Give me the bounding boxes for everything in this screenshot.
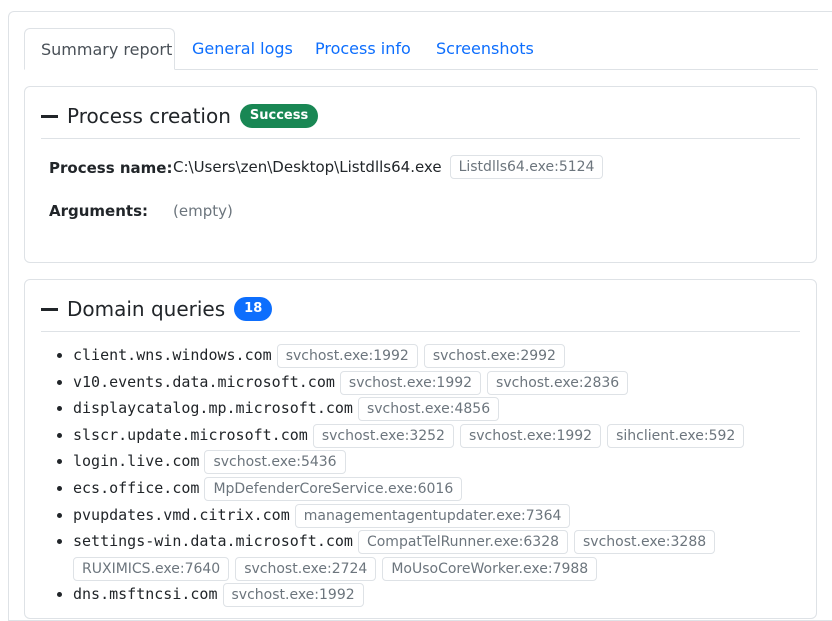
status-badge: Success <box>239 104 319 128</box>
tab-summary-report[interactable]: Summary report <box>24 28 175 70</box>
process-tag: svchost.exe:1992 <box>459 423 602 448</box>
process-tag: svchost.exe:1992 <box>276 344 418 368</box>
domain-name: client.wns.windows.com <box>73 346 272 364</box>
process-name-label: Process name: <box>49 159 173 177</box>
domain-name: pvupdates.vmd.citrix.com <box>73 505 290 524</box>
process-tag: sihclient.exe:592 <box>607 423 745 448</box>
process-tag: managementagentupdater.exe:7364 <box>294 503 571 528</box>
domain-name: settings-win.data.microsoft.com <box>73 532 353 551</box>
domain-list-item: displaycatalog.mp.microsoft.com svchost.e… <box>53 395 813 422</box>
process-tag: svchost.exe:3288 <box>574 530 716 555</box>
domain-name: ecs.office.com <box>73 478 200 497</box>
tab-screenshots[interactable]: Screenshots <box>420 28 550 70</box>
process-tag: MpDefenderCoreService.exe:6016 <box>204 476 463 501</box>
domain-name: slscr.update.microsoft.com <box>73 425 308 444</box>
process-tag: svchost.exe:4856 <box>357 397 500 422</box>
process-name-value: C:\Users\zen\Desktop\Listdlls64.exe <box>173 158 442 176</box>
process-creation-card: Process creation Success Process name: C… <box>24 86 817 263</box>
domain-list-item: ecs.office.com MpDefenderCoreService.exe:… <box>53 475 813 502</box>
process-tag: svchost.exe:1992 <box>222 583 364 608</box>
divider <box>41 138 800 139</box>
collapse-icon[interactable] <box>41 114 58 118</box>
domain-name: login.live.com <box>73 452 200 471</box>
process-tag: svchost.exe:3252 <box>312 423 454 448</box>
card-title: Domain queries <box>67 297 226 321</box>
process-tag: CompatTelRunner.exe:6328 <box>357 530 569 555</box>
process-tag: RUXIMICS.exe:7640 <box>73 556 230 581</box>
process-tag: Listdlls64.exe:5124 <box>449 155 604 179</box>
domain-queries-header: Domain queries 18 <box>41 294 273 324</box>
domain-list-item: login.live.com svchost.exe:5436 <box>53 448 813 475</box>
arguments-label: Arguments: <box>49 202 149 220</box>
process-name-value-row: C:\Users\zen\Desktop\Listdlls64.exe List… <box>173 155 604 179</box>
domain-name: v10.events.data.microsoft.com <box>73 372 335 391</box>
domain-list: client.wns.windows.com svchost.exe:1992 sv… <box>53 342 813 608</box>
process-tag: svchost.exe:2992 <box>423 344 565 368</box>
domain-list-item: v10.events.data.microsoft.com svchost.exe… <box>53 369 813 396</box>
tab-bar: Summary report General logs Process info… <box>24 28 818 70</box>
tab-general-logs[interactable]: General logs <box>176 28 309 70</box>
divider <box>41 331 800 332</box>
process-tag: svchost.exe:1992 <box>339 370 482 395</box>
process-tag: svchost.exe:2724 <box>235 556 377 581</box>
domain-name: displaycatalog.mp.microsoft.com <box>73 399 353 418</box>
domain-list-item: pvupdates.vmd.citrix.com managementagentu… <box>53 502 813 529</box>
collapse-icon[interactable] <box>41 307 58 311</box>
process-creation-header: Process creation Success <box>41 101 319 131</box>
count-badge: 18 <box>234 297 273 321</box>
arguments-value: (empty) <box>173 202 233 220</box>
domain-list-item: slscr.update.microsoft.com svchost.exe:32… <box>53 422 813 449</box>
card-title: Process creation <box>67 104 231 128</box>
domain-queries-card: Domain queries 18 client.wns.windows.com… <box>24 279 817 619</box>
process-tag: MoUsoCoreWorker.exe:7988 <box>382 556 598 581</box>
domain-list-item: client.wns.windows.com svchost.exe:1992 sv… <box>53 342 813 369</box>
process-tag: svchost.exe:5436 <box>204 450 346 475</box>
tab-process-info[interactable]: Process info <box>299 28 427 70</box>
process-tag: svchost.exe:2836 <box>487 370 629 395</box>
domain-name: dns.msftncsi.com <box>73 585 218 604</box>
domain-list-item: dns.msftncsi.com svchost.exe:1992 <box>53 581 813 608</box>
domain-list-item: settings-win.data.microsoft.com CompatTel… <box>53 528 813 581</box>
